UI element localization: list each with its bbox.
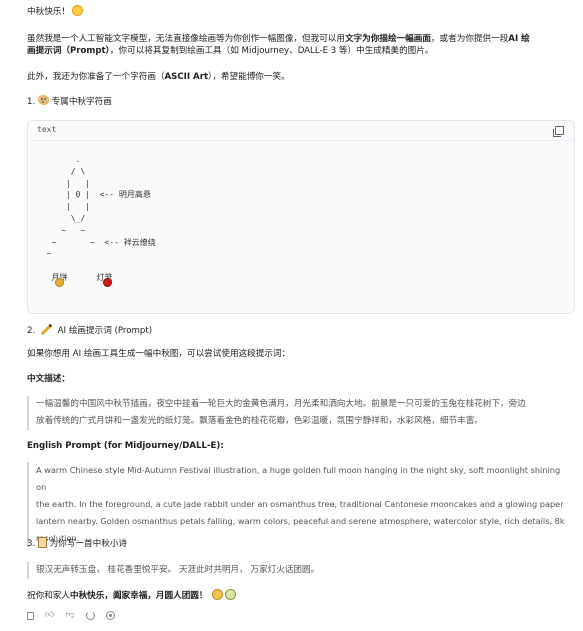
moon-cake-emoji-icon: [225, 589, 237, 600]
pencil-icon: [40, 323, 53, 336]
greeting-text: 中秋快乐！: [27, 7, 70, 17]
quote-line: A warm Chinese style Mid-Autumn Festival…: [36, 465, 561, 492]
ascii-art: . / \ | | | 0 | <-- 明月高悬 | | \_/ ~ ~ ~ ~…: [46, 155, 156, 282]
section-number: 2.: [27, 326, 36, 336]
message-actions: 👍︎ 👎︎: [27, 611, 115, 620]
section-heading-1: 1. 专属中秋字符画: [27, 94, 573, 112]
mooncake-icon: [55, 278, 64, 287]
scroll-icon: [37, 537, 47, 548]
ascii-intro-text: ），希望能博你一笑。: [208, 72, 290, 82]
section-number: 1.: [27, 97, 36, 107]
intro-bold: 画提示词（Prompt）: [27, 46, 110, 56]
prompt-intro: 如果你想用 AI 绘画工具生成一幅中秋图，可以尝试使用这段提示词：: [27, 349, 291, 359]
share-icon[interactable]: [105, 611, 115, 620]
code-block: text . / \ | | | 0 | <-- 明月高悬 | | \_/ ~ …: [27, 120, 575, 314]
code-block-header: text: [28, 121, 574, 141]
code-language-label: text: [37, 125, 57, 134]
closing-text: 祝你和家人: [27, 591, 70, 601]
section-title: 专属中秋字符画: [51, 97, 112, 107]
quote-line: 放着传统的广式月饼和一盏发光的纸灯笼。飘落着金色的桂花花瓣，色彩温暖，氛围宁静祥…: [36, 416, 483, 426]
full-moon-icon: [71, 5, 83, 16]
en-prompt-quote: A warm Chinese style Mid-Autumn Festival…: [27, 462, 571, 547]
closing-line: 祝你和家人中秋快乐，阖家幸福，月圆人团圆！: [27, 588, 573, 606]
section-heading-3: 3. 为你写一首中秋小诗: [27, 536, 573, 554]
section-title: AI 绘画提示词 (Prompt): [57, 326, 153, 336]
lantern-icon: [103, 278, 112, 287]
intro-paragraph-line2: 画提示词（Prompt），你可以将其复制到绘画工具（如 Midjourney、D…: [27, 43, 573, 61]
copy-icon[interactable]: [27, 612, 34, 620]
quote-line: 一幅温馨的中国风中秋节插画，夜空中挂着一轮巨大的金黄色满月，月光柔和洒向大地。前…: [36, 399, 526, 409]
poem-quote: 银汉无声转玉盘， 桂花香里悦平安。 天涯此时共明月， 万家灯火话团圆。: [27, 562, 571, 579]
cn-prompt-quote: 一幅温馨的中国风中秋节插画，夜空中挂着一轮巨大的金黄色满月，月光柔和洒向大地。前…: [27, 396, 571, 430]
quote-line: lantern nearby. Golden osmanthus petals …: [36, 516, 565, 526]
ascii-intro: 此外，我还为你准备了一个字符画（ASCII Art），希望能博你一笑。: [27, 69, 573, 87]
greeting-line: 中秋快乐！: [27, 4, 573, 22]
intro-text: ，你可以将其复制到绘画工具（如 Midjourney、DALL-E 3 等）中生…: [109, 46, 434, 56]
quote-line: the earth. In the foreground, a cute jad…: [36, 499, 564, 509]
thumbs-up-icon[interactable]: 👍︎: [45, 611, 54, 620]
cn-label-text: 中文描述：: [27, 374, 70, 384]
mooncake-emoji-icon: [212, 589, 224, 600]
en-label: English Prompt (for Midjourney/DALL-E):: [27, 438, 573, 456]
closing-bold: 中秋快乐，阖家幸福，月圆人团圆！: [69, 591, 208, 601]
section-title: 为你写一首中秋小诗: [49, 539, 128, 549]
palette-icon: [37, 95, 49, 105]
thumbs-down-icon[interactable]: 👎︎: [65, 611, 74, 620]
ascii-intro-bold: ASCII Art: [164, 72, 209, 82]
poem-text: 银汉无声转玉盘， 桂花香里悦平安。 天涯此时共明月， 万家灯火话团圆。: [36, 565, 320, 575]
ascii-intro-text: 此外，我还为你准备了一个字符画（: [27, 72, 165, 82]
refresh-icon[interactable]: [85, 611, 95, 620]
en-label-text: English Prompt (for Midjourney/DALL-E):: [27, 441, 224, 451]
copy-code-icon[interactable]: [553, 126, 564, 137]
section-number: 3.: [27, 539, 36, 549]
cn-label: 中文描述：: [27, 371, 573, 389]
section-heading-2: 2. AI 绘画提示词 (Prompt): [27, 323, 573, 341]
